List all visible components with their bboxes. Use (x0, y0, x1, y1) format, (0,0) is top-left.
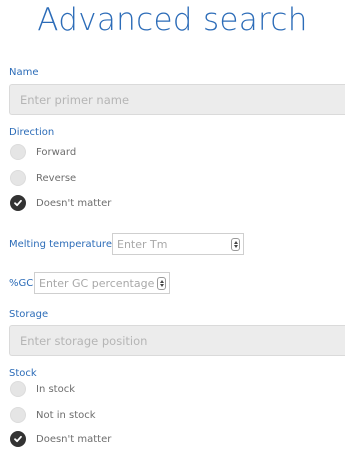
radio-unchecked-icon[interactable] (10, 170, 26, 186)
direction-option-label: Doesn't matter (36, 197, 112, 209)
melting-temperature-field[interactable] (112, 233, 244, 255)
name-label: Name (9, 67, 39, 78)
check-icon[interactable] (10, 431, 26, 447)
stock-option-label: Not in stock (36, 409, 96, 421)
gc-field[interactable] (34, 272, 170, 294)
melting-temperature-input[interactable] (113, 237, 231, 251)
direction-option-label: Forward (36, 146, 77, 158)
stock-option-not-in-stock[interactable]: Not in stock (10, 406, 96, 424)
spinner-icon[interactable] (231, 237, 240, 251)
stock-option-in-stock[interactable]: In stock (10, 380, 75, 398)
page-title: Advanced search (37, 2, 308, 38)
check-icon[interactable] (10, 195, 26, 211)
radio-unchecked-icon[interactable] (10, 381, 26, 397)
direction-option-forward[interactable]: Forward (10, 143, 76, 161)
radio-unchecked-icon[interactable] (10, 144, 26, 160)
melting-temperature-label: Melting temperature (9, 239, 112, 250)
storage-input[interactable] (9, 325, 345, 356)
direction-option-reverse[interactable]: Reverse (10, 169, 76, 187)
storage-label: Storage (9, 309, 49, 320)
spinner-icon[interactable] (157, 276, 166, 290)
name-input[interactable] (9, 84, 345, 115)
gc-input[interactable] (35, 276, 157, 290)
stock-option-label: Doesn't matter (36, 433, 112, 445)
direction-label: Direction (9, 127, 55, 138)
radio-unchecked-icon[interactable] (10, 407, 26, 423)
stock-option-doesnt-matter[interactable]: Doesn't matter (10, 430, 111, 448)
gc-label: %GC (9, 278, 34, 289)
stock-option-label: In stock (36, 383, 76, 395)
direction-option-doesnt-matter[interactable]: Doesn't matter (10, 194, 111, 212)
direction-option-label: Reverse (36, 172, 77, 184)
stock-label: Stock (9, 368, 37, 379)
